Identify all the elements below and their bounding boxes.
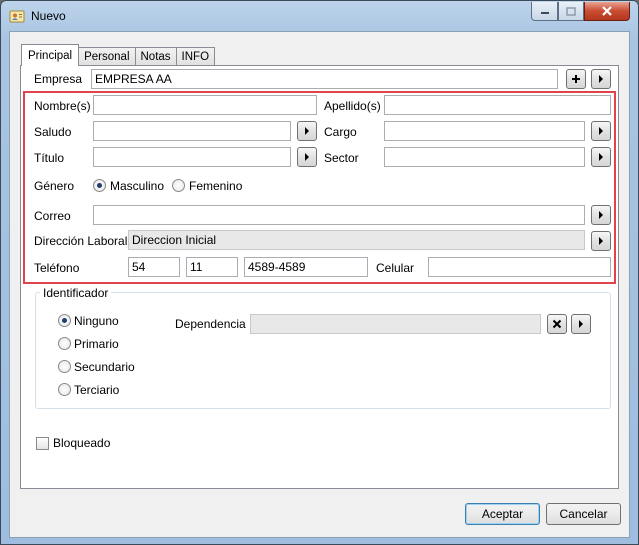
titulo-select-button[interactable]: [297, 147, 317, 167]
identificador-secundario-radio[interactable]: [58, 360, 71, 373]
dependencia-field[interactable]: [250, 314, 541, 334]
tab-notas[interactable]: Notas: [134, 47, 177, 66]
identificador-ninguno-label[interactable]: Ninguno: [74, 314, 119, 328]
dialog-window: Nuevo Principal Personal Notas INFO Empr…: [0, 0, 639, 545]
direccion-label: Dirección Laboral: [34, 234, 128, 248]
tab-principal[interactable]: Principal: [21, 44, 80, 66]
empresa-label: Empresa: [34, 72, 83, 86]
arrow-right-icon: [598, 211, 604, 219]
maximize-icon: [566, 6, 576, 16]
clear-x-icon: [552, 319, 562, 329]
dependencia-clear-button[interactable]: [547, 314, 567, 334]
correo-select-button[interactable]: [591, 205, 611, 225]
identificador-group: [35, 292, 611, 409]
arrow-right-icon: [598, 153, 604, 161]
accept-button[interactable]: Aceptar: [465, 503, 540, 525]
minimize-button[interactable]: [531, 2, 558, 21]
titulo-label: Título: [34, 151, 65, 165]
celular-label: Celular: [376, 261, 415, 275]
cargo-input[interactable]: [384, 121, 585, 141]
saludo-input[interactable]: [93, 121, 291, 141]
dialog-client-area: Principal Personal Notas INFO Empresa EM…: [9, 31, 630, 538]
genero-label: Género: [34, 179, 75, 193]
maximize-button[interactable]: [558, 2, 584, 21]
direccion-field[interactable]: Direccion Inicial: [128, 230, 585, 250]
identificador-terciario-radio[interactable]: [58, 383, 71, 396]
tab-panel-principal: Empresa EMPRESA AA Nombre(s) Apellido(s)…: [20, 65, 619, 489]
minimize-icon: [540, 7, 550, 15]
telefono-label: Teléfono: [34, 261, 80, 275]
empresa-field[interactable]: EMPRESA AA: [91, 69, 558, 89]
telefono-area-input[interactable]: 11: [186, 257, 238, 277]
arrow-right-icon: [578, 320, 584, 328]
empresa-select-button[interactable]: [591, 69, 611, 89]
tab-personal[interactable]: Personal: [78, 47, 136, 66]
saludo-select-button[interactable]: [297, 121, 317, 141]
sector-select-button[interactable]: [591, 147, 611, 167]
sector-label: Sector: [324, 151, 359, 165]
add-empresa-button[interactable]: [566, 69, 586, 89]
telefono-number-input[interactable]: 4589-4589: [244, 257, 368, 277]
direccion-select-button[interactable]: [591, 231, 611, 251]
tab-strip: Principal Personal Notas INFO: [21, 44, 216, 66]
dependencia-select-button[interactable]: [571, 314, 591, 334]
window-title: Nuevo: [31, 9, 66, 23]
correo-label: Correo: [34, 209, 71, 223]
correo-input[interactable]: [93, 205, 585, 225]
titulo-input[interactable]: [93, 147, 291, 167]
plus-icon: [571, 74, 581, 84]
identificador-primario-radio[interactable]: [58, 337, 71, 350]
contact-card-icon: [9, 8, 25, 24]
close-window-button[interactable]: [584, 2, 630, 21]
apellido-input[interactable]: [384, 95, 611, 115]
arrow-right-icon: [598, 237, 604, 245]
close-icon: [601, 6, 613, 16]
nombre-label: Nombre(s): [34, 99, 91, 113]
genero-masculino-label[interactable]: Masculino: [110, 179, 164, 193]
identificador-secundario-label[interactable]: Secundario: [74, 360, 135, 374]
genero-femenino-label[interactable]: Femenino: [189, 179, 242, 193]
identificador-ninguno-radio[interactable]: [58, 314, 71, 327]
celular-input[interactable]: [428, 257, 611, 277]
sector-input[interactable]: [384, 147, 585, 167]
bloqueado-label[interactable]: Bloqueado: [53, 436, 110, 450]
dependencia-label: Dependencia: [175, 317, 246, 331]
identificador-primario-label[interactable]: Primario: [74, 337, 119, 351]
identificador-terciario-label[interactable]: Terciario: [74, 383, 119, 397]
title-bar[interactable]: Nuevo: [1, 1, 638, 31]
identificador-title: Identificador: [40, 286, 112, 300]
arrow-right-icon: [598, 127, 604, 135]
saludo-label: Saludo: [34, 125, 72, 139]
cargo-select-button[interactable]: [591, 121, 611, 141]
tab-info[interactable]: INFO: [175, 47, 216, 66]
genero-masculino-radio[interactable]: [93, 179, 106, 192]
bloqueado-checkbox[interactable]: [36, 437, 49, 450]
apellido-label: Apellido(s): [324, 99, 381, 113]
telefono-country-input[interactable]: 54: [128, 257, 180, 277]
arrow-right-icon: [598, 75, 604, 83]
nombre-input[interactable]: [93, 95, 317, 115]
arrow-right-icon: [304, 127, 310, 135]
cargo-label: Cargo: [324, 125, 357, 139]
arrow-right-icon: [304, 153, 310, 161]
cancel-button[interactable]: Cancelar: [546, 503, 621, 525]
genero-femenino-radio[interactable]: [172, 179, 185, 192]
